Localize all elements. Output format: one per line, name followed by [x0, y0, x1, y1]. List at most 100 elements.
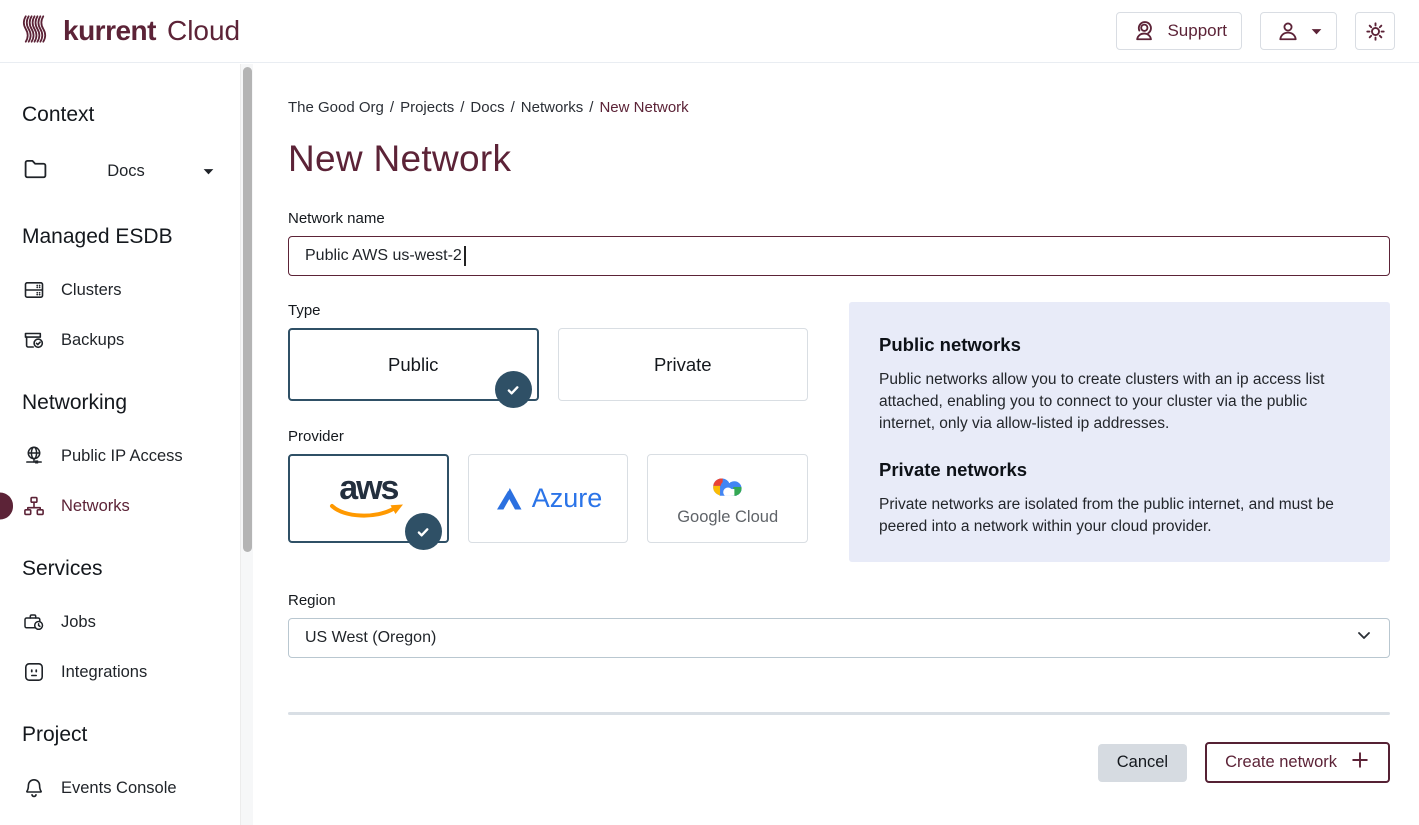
active-item-indicator — [0, 493, 13, 520]
breadcrumb-separator: / — [390, 99, 394, 116]
bell-icon — [22, 776, 46, 800]
sidebar-item-integrations[interactable]: Integrations — [22, 659, 226, 685]
section-managed-esdb: Managed ESDB Clusters — [22, 225, 226, 353]
breadcrumb-project[interactable]: Docs — [470, 99, 504, 116]
brand-logo[interactable]: kurrent Cloud — [22, 13, 240, 50]
chevron-down-icon — [1311, 28, 1322, 35]
aws-logo-text: aws — [339, 474, 397, 503]
sidebar-item-label: Integrations — [61, 663, 147, 682]
info-heading: Public networks — [879, 334, 1360, 356]
selected-check-badge — [495, 371, 532, 408]
caret-down-icon — [203, 162, 214, 180]
network-name-field-wrap — [288, 236, 1390, 276]
sidebar-item-label: Jobs — [61, 613, 96, 632]
aws-smile-icon — [328, 503, 408, 523]
breadcrumb: The Good Org/Projects/Docs/Networks/New … — [288, 99, 1390, 116]
clusters-icon — [22, 278, 46, 302]
brand-name: kurrent — [63, 15, 156, 47]
google-cloud-logo: Google Cloud — [677, 471, 778, 527]
integrations-icon — [22, 660, 46, 684]
footer-divider — [288, 712, 1390, 715]
chevron-down-icon — [1355, 627, 1373, 650]
type-option-public[interactable]: Public — [288, 328, 539, 401]
plus-icon — [1350, 750, 1370, 775]
sidebar-item-networks[interactable]: Networks — [22, 493, 226, 519]
azure-logo: Azure — [494, 483, 603, 514]
provider-options: aws — [288, 454, 808, 543]
provider-option-aws[interactable]: aws — [288, 454, 449, 543]
info-heading: Private networks — [879, 459, 1360, 481]
section-heading: Project — [22, 723, 226, 747]
project-context-selector[interactable]: Docs — [22, 155, 214, 187]
sun-icon — [1363, 19, 1388, 44]
jobs-icon — [22, 610, 46, 634]
create-network-button[interactable]: Create network — [1205, 742, 1390, 783]
support-label: Support — [1167, 21, 1227, 41]
section-heading: Managed ESDB — [22, 225, 226, 249]
public-ip-access-icon — [22, 444, 46, 468]
type-private-label: Private — [654, 354, 712, 376]
sidebar-item-label: Clusters — [61, 281, 122, 300]
breadcrumb-org[interactable]: The Good Org — [288, 99, 384, 116]
selected-check-badge — [405, 513, 442, 550]
sidebar-item-clusters[interactable]: Clusters — [22, 277, 226, 303]
sidebar-scrollbar[interactable] — [240, 64, 253, 825]
info-public-networks: Public networks Public networks allow yo… — [879, 334, 1360, 435]
context-heading: Context — [22, 103, 226, 127]
type-label: Type — [288, 302, 808, 319]
type-option-private[interactable]: Private — [558, 328, 809, 401]
azure-logo-text: Azure — [532, 483, 603, 514]
breadcrumb-networks[interactable]: Networks — [521, 99, 584, 116]
provider-option-google-cloud[interactable]: Google Cloud — [647, 454, 808, 543]
sidebar-item-events-console[interactable]: Events Console — [22, 775, 226, 801]
aws-logo: aws — [328, 474, 408, 523]
app-header: kurrent Cloud Support — [0, 0, 1419, 63]
info-body: Private networks are isolated from the p… — [879, 494, 1360, 538]
google-cloud-logo-text: Google Cloud — [677, 508, 778, 527]
type-options: Public Private — [288, 328, 808, 401]
header-actions: Support — [1116, 12, 1395, 50]
section-project: Project Events Console — [22, 723, 226, 825]
breadcrumb-projects[interactable]: Projects — [400, 99, 454, 116]
cancel-button[interactable]: Cancel — [1098, 744, 1187, 782]
support-headset-icon — [1131, 18, 1157, 44]
sidebar-item-backups[interactable]: Backups — [22, 327, 226, 353]
section-heading: Networking — [22, 391, 226, 415]
sidebar-scrollbar-thumb[interactable] — [243, 67, 252, 552]
sidebar-item-label: Backups — [61, 331, 124, 350]
create-network-label: Create network — [1225, 753, 1337, 772]
app-root: kurrent Cloud Support — [0, 0, 1419, 825]
user-icon — [1275, 18, 1301, 44]
form-actions: Cancel Create network — [288, 742, 1390, 783]
info-body: Public networks allow you to create clus… — [879, 369, 1360, 435]
context-selected-project: Docs — [49, 162, 203, 181]
region-block: Region US West (Oregon) — [288, 592, 1390, 658]
breadcrumb-separator: / — [589, 99, 593, 116]
network-name-input[interactable] — [288, 236, 1390, 276]
sidebar-item-label: Public IP Access — [61, 447, 183, 466]
provider-option-azure[interactable]: Azure — [468, 454, 629, 543]
sidebar-item-label: Networks — [61, 497, 130, 516]
type-provider-row: Type Public Private Provider — [288, 302, 1390, 562]
type-provider-column: Type Public Private Provider — [288, 302, 808, 562]
breadcrumb-separator: / — [460, 99, 464, 116]
section-services: Services Jobs — [22, 557, 226, 685]
brand-suffix: Cloud — [167, 15, 240, 47]
backups-icon — [22, 328, 46, 352]
sidebar: Context Docs Managed ESDB — [0, 63, 256, 825]
region-select[interactable]: US West (Oregon) — [288, 618, 1390, 658]
azure-triangle-icon — [494, 485, 524, 513]
text-cursor — [464, 246, 466, 266]
network-name-label: Network name — [288, 210, 1390, 227]
networks-icon — [22, 494, 46, 518]
folder-icon — [22, 155, 49, 187]
network-types-info-panel: Public networks Public networks allow yo… — [849, 302, 1390, 562]
sidebar-item-jobs[interactable]: Jobs — [22, 609, 226, 635]
theme-toggle-button[interactable] — [1355, 12, 1395, 50]
sidebar-item-public-ip-access[interactable]: Public IP Access — [22, 443, 226, 469]
user-menu-button[interactable] — [1260, 12, 1337, 50]
sidebar-item-label: Events Console — [61, 779, 177, 798]
type-public-label: Public — [388, 354, 438, 376]
region-label: Region — [288, 592, 1390, 609]
support-button[interactable]: Support — [1116, 12, 1242, 50]
